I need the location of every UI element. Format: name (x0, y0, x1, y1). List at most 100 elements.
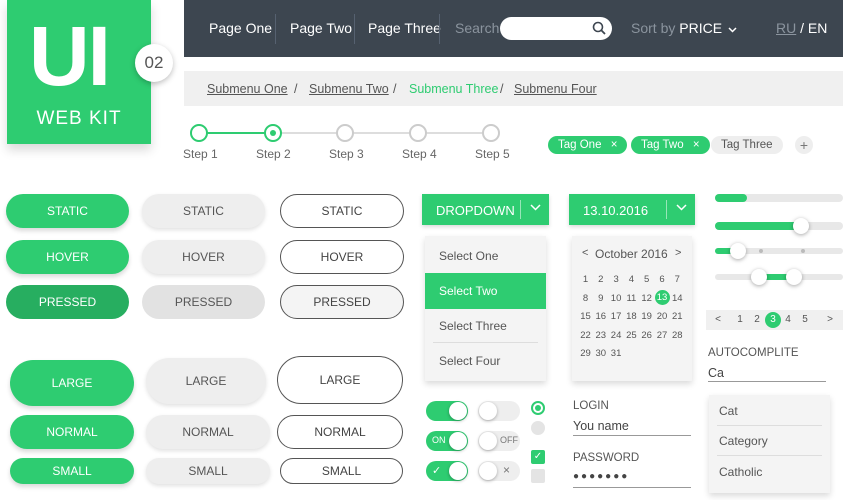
search-icon[interactable] (592, 21, 606, 35)
dropdown-option-3[interactable]: Select Three (425, 309, 546, 343)
password-input[interactable]: ●●●●●●● (573, 471, 629, 482)
dropdown-option-4[interactable]: Select Four (425, 344, 546, 378)
toggle-switch-on[interactable] (426, 401, 468, 421)
checkbox-checked[interactable]: ✓ (531, 450, 545, 464)
breadcrumb-item-1[interactable]: Submenu One (207, 82, 288, 96)
gray-small-button[interactable]: SMALL (146, 458, 270, 484)
tag-three[interactable]: Tag Three (711, 136, 783, 154)
calendar-day[interactable]: 4 (624, 274, 639, 285)
green-pressed-button[interactable]: PRESSED (6, 285, 129, 319)
green-hover-button[interactable]: HOVER (6, 240, 129, 274)
calendar-day[interactable]: 6 (655, 274, 670, 285)
close-icon[interactable]: × (611, 139, 618, 151)
calendar-day[interactable]: 7 (670, 274, 685, 285)
nav-item-page-one[interactable]: Page One (209, 20, 272, 36)
calendar-day[interactable]: 26 (639, 330, 654, 341)
checkbox-unchecked[interactable] (531, 469, 545, 483)
calendar-day[interactable]: 2 (593, 274, 608, 285)
slider-handle[interactable] (793, 218, 809, 234)
calendar-day[interactable]: 24 (609, 330, 624, 341)
calendar-day[interactable]: 28 (670, 330, 685, 341)
tag-two[interactable]: Tag Two × (631, 136, 710, 154)
calendar-day[interactable]: 25 (624, 330, 639, 341)
dropdown-toggle[interactable]: DROPDOWN (422, 194, 549, 225)
calendar-day[interactable]: 15 (578, 311, 593, 322)
page-4[interactable]: 4 (782, 314, 794, 325)
nav-item-page-three[interactable]: Page Three (368, 20, 441, 36)
toggle-off-labeled[interactable]: OFF (478, 431, 520, 451)
calendar-day[interactable]: 14 (670, 293, 685, 304)
login-input[interactable]: You name (573, 419, 629, 433)
page-2[interactable]: 2 (751, 314, 763, 325)
datepicker-toggle[interactable]: 13.10.2016 (569, 194, 695, 225)
calendar-day[interactable]: 31 (609, 348, 624, 359)
radio-selected[interactable] (531, 401, 545, 415)
page-3-current[interactable]: 3 (765, 312, 781, 328)
toggle-switch-off[interactable] (478, 401, 520, 421)
outline-hover-button[interactable]: HOVER (280, 240, 404, 274)
dropdown-option-2[interactable]: Select Two (425, 273, 546, 309)
tag-one[interactable]: Tag One × (548, 136, 628, 154)
page-5[interactable]: 5 (799, 314, 811, 325)
suggestion-item[interactable]: Catholic (719, 465, 762, 479)
gray-normal-button[interactable]: NORMAL (146, 415, 270, 449)
step-dot-3[interactable] (336, 124, 354, 142)
calendar-day[interactable]: 20 (655, 311, 670, 322)
green-small-button[interactable]: SMALL (10, 458, 134, 484)
gray-hover-button[interactable]: HOVER (142, 240, 265, 274)
range-handle-max[interactable] (786, 269, 802, 285)
step-dot-2[interactable] (264, 124, 282, 142)
lang-en[interactable]: EN (808, 20, 827, 36)
outline-normal-button[interactable]: NORMAL (277, 415, 403, 449)
step-dot-1[interactable] (190, 124, 208, 142)
calendar-day[interactable]: 30 (593, 348, 608, 359)
calendar-day[interactable]: 18 (624, 311, 639, 322)
calendar-day[interactable]: 8 (578, 293, 593, 304)
dropdown-option-1[interactable]: Select One (425, 239, 546, 273)
breadcrumb-item-4[interactable]: Submenu Four (514, 82, 597, 96)
calendar-day[interactable]: 10 (609, 293, 624, 304)
chevron-right-icon[interactable]: > (675, 247, 681, 259)
calendar-day[interactable]: 27 (655, 330, 670, 341)
outline-large-button[interactable]: LARGE (277, 356, 403, 404)
calendar-day[interactable]: 21 (670, 311, 685, 322)
page-1[interactable]: 1 (734, 314, 746, 325)
calendar-day[interactable]: 9 (593, 293, 608, 304)
calendar-day[interactable]: 5 (639, 274, 654, 285)
search-input[interactable] (500, 17, 612, 40)
calendar-day[interactable]: 19 (639, 311, 654, 322)
breadcrumb-item-2[interactable]: Submenu Two (309, 82, 389, 96)
calendar-day[interactable]: 3 (609, 274, 624, 285)
outline-small-button[interactable]: SMALL (280, 458, 403, 484)
step-slider-handle[interactable] (730, 243, 746, 259)
toggle-check[interactable]: ✓ (426, 461, 468, 481)
add-tag-button[interactable]: + (795, 136, 813, 154)
radio-unselected[interactable] (531, 421, 545, 435)
green-static-button[interactable]: STATIC (6, 194, 129, 228)
nav-item-page-two[interactable]: Page Two (290, 20, 352, 36)
lang-ru[interactable]: RU (776, 20, 796, 36)
chevron-left-icon[interactable]: < (582, 247, 588, 259)
close-icon[interactable]: × (693, 139, 700, 151)
calendar-day[interactable]: 11 (624, 293, 639, 304)
green-normal-button[interactable]: NORMAL (10, 415, 134, 449)
pagination-next[interactable]: > (824, 314, 836, 325)
range-handle-min[interactable] (751, 269, 767, 285)
calendar-day-selected[interactable]: 13 (654, 289, 670, 305)
toggle-cross[interactable]: × (478, 461, 520, 481)
breadcrumb-item-3[interactable]: Submenu Three (409, 82, 498, 96)
suggestion-item[interactable]: Category (719, 434, 768, 448)
calendar-day[interactable]: 22 (578, 330, 593, 341)
step-dot-4[interactable] (409, 124, 427, 142)
sort-control[interactable]: Sort by PRICE (631, 20, 737, 36)
outline-static-button[interactable]: STATIC (280, 194, 404, 228)
step-dot-5[interactable] (482, 124, 500, 142)
outline-pressed-button[interactable]: PRESSED (280, 285, 404, 319)
gray-pressed-button[interactable]: PRESSED (142, 285, 265, 319)
gray-static-button[interactable]: STATIC (142, 194, 265, 228)
calendar-day[interactable]: 29 (578, 348, 593, 359)
pagination-prev[interactable]: < (712, 314, 724, 325)
calendar-day[interactable]: 16 (593, 311, 608, 322)
toggle-on-labeled[interactable]: ON (426, 431, 468, 451)
calendar-day[interactable]: 17 (609, 311, 624, 322)
